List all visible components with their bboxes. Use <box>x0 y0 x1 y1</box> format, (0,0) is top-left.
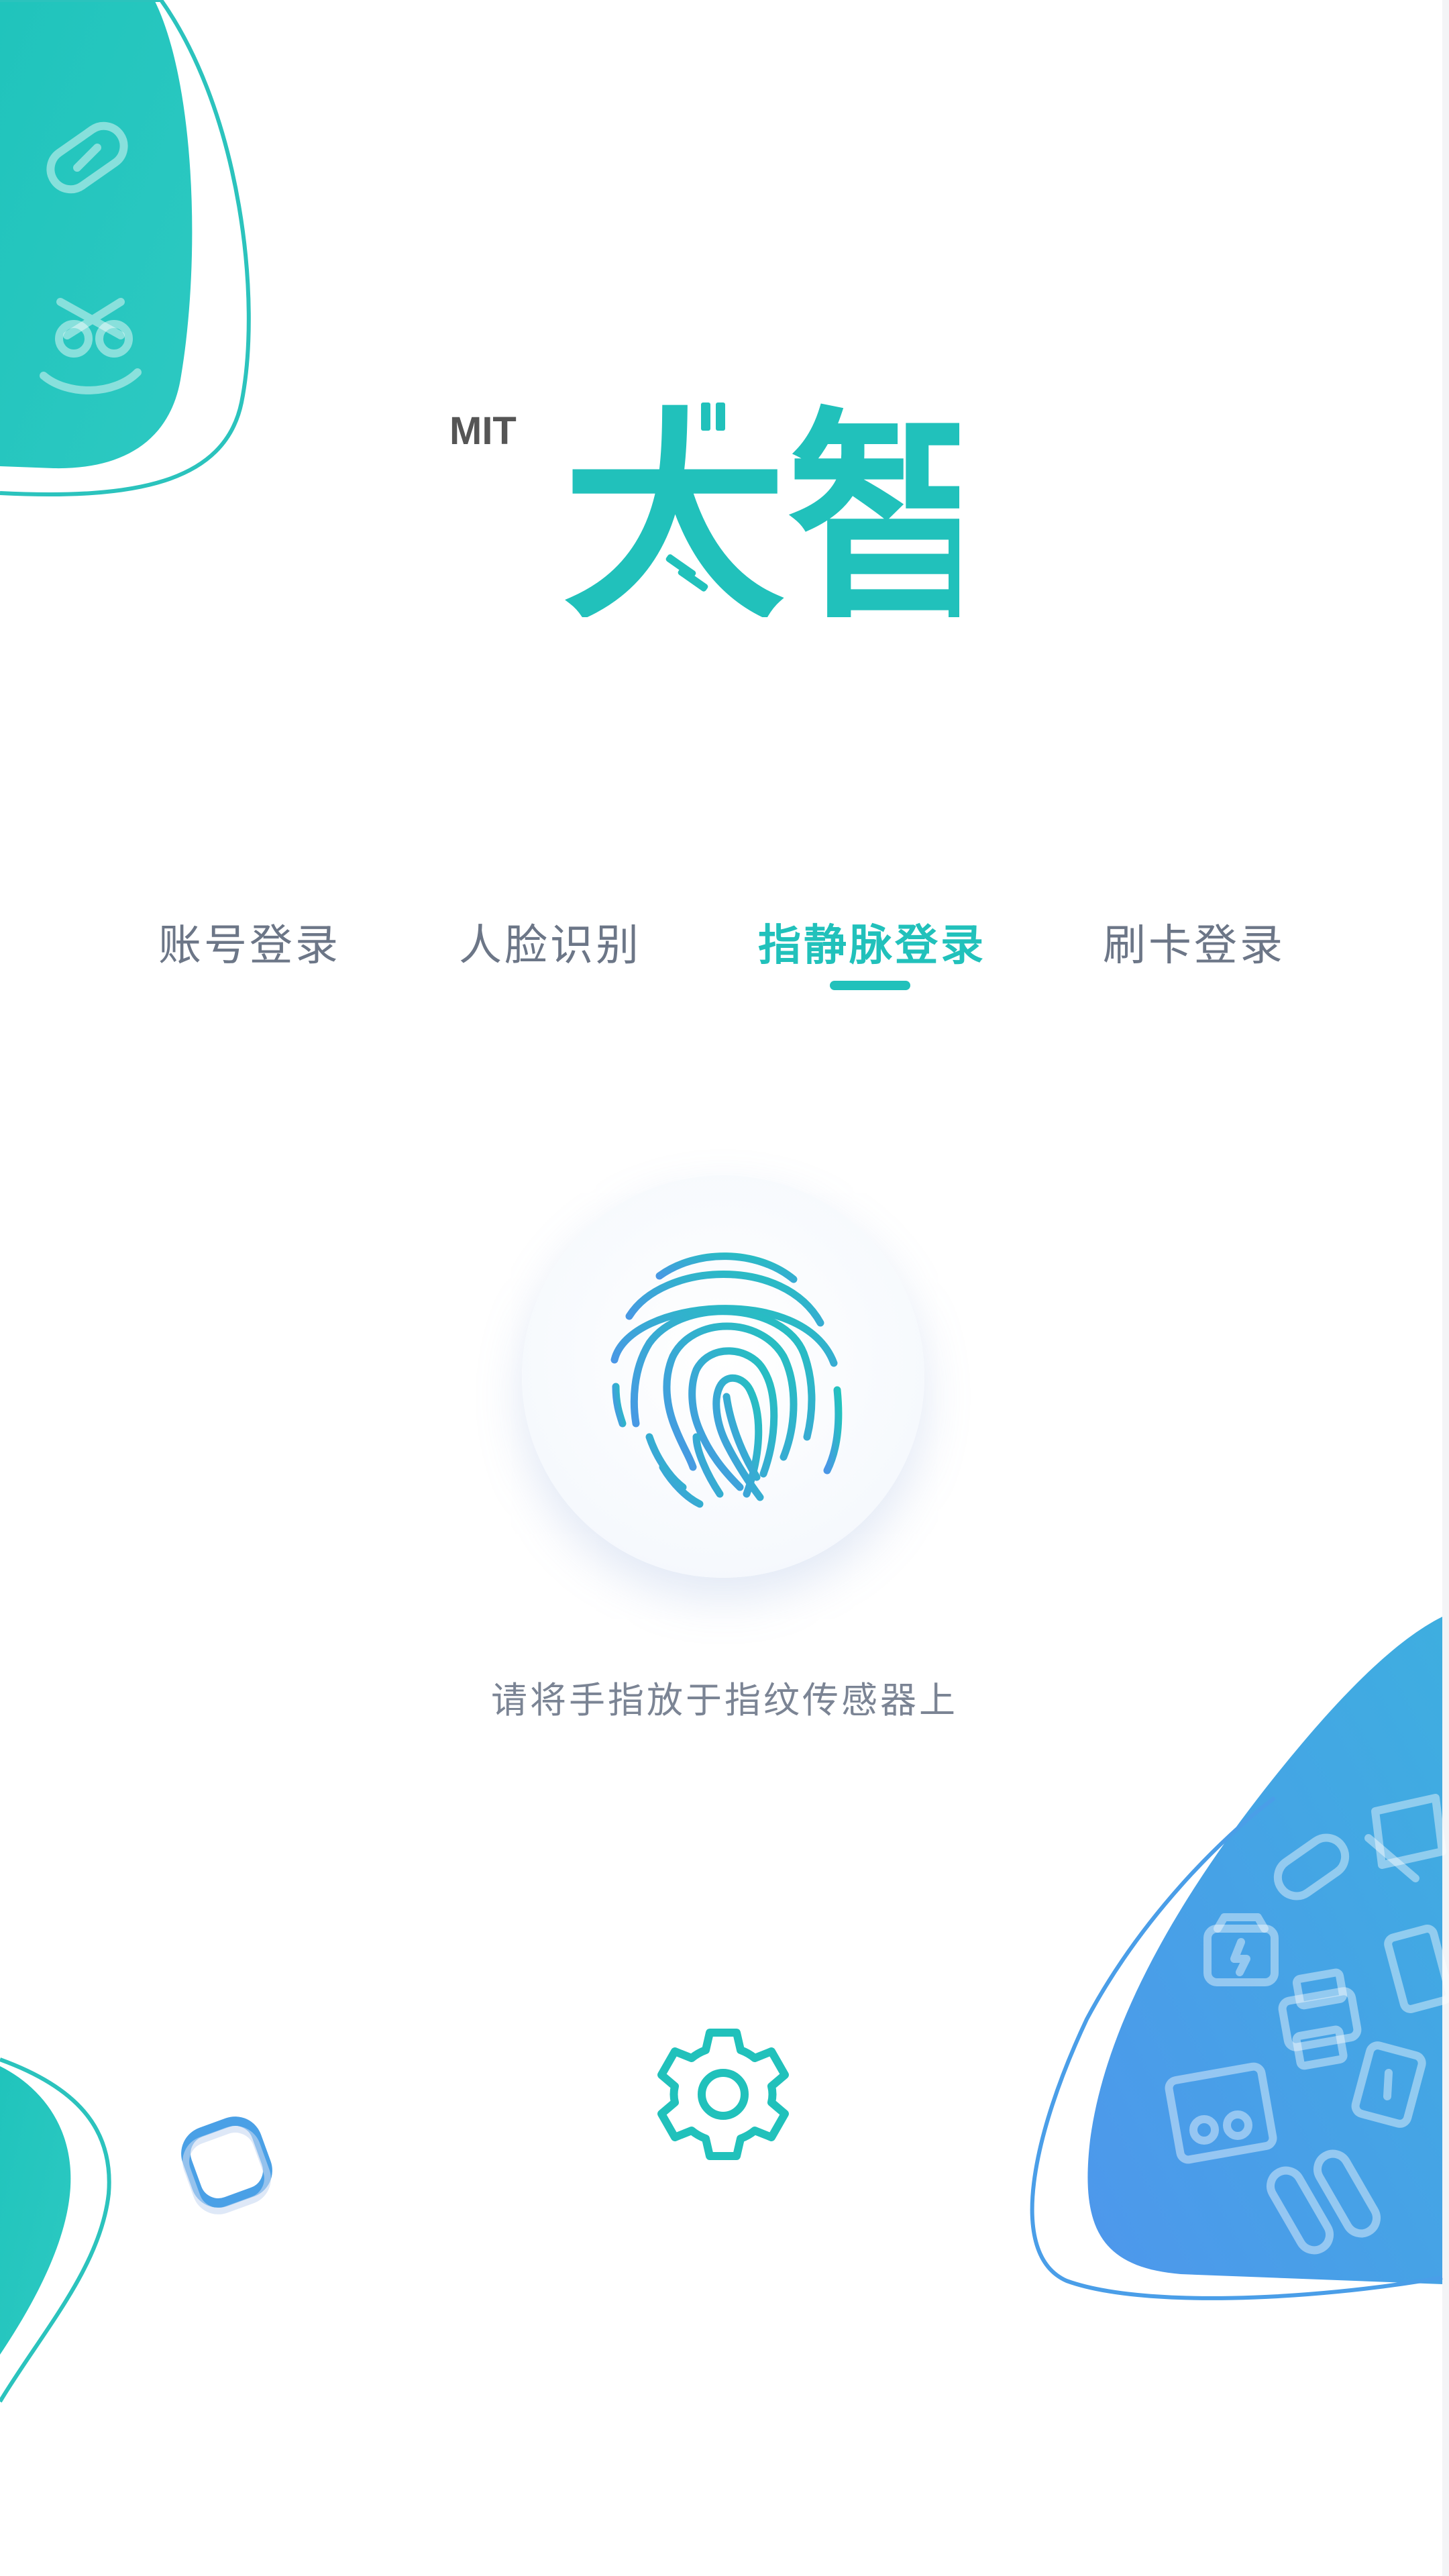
scrollbar-edge <box>1442 0 1449 2576</box>
document-icon <box>1384 1925 1449 2013</box>
book-icon <box>1351 2041 1426 2128</box>
printer-icon <box>1278 1968 1362 2070</box>
active-tab-indicator <box>830 981 910 990</box>
gear-icon[interactable] <box>648 2023 798 2174</box>
login-tabs: 账号登录 人脸识别 指静脉登录 刷卡登录 <box>0 912 1449 993</box>
logo-prefix-text: MIT <box>449 409 517 453</box>
small-square-decoration <box>181 2116 272 2214</box>
pill-icon <box>46 121 128 194</box>
tab-card-login[interactable]: 刷卡登录 <box>1093 912 1295 979</box>
tab-account-login[interactable]: 账号登录 <box>149 912 350 979</box>
camera-icon <box>1203 1913 1279 1986</box>
brand-logo: MIT 大智 <box>449 389 959 617</box>
tab-face-recognition[interactable]: 人脸识别 <box>449 912 651 979</box>
calendar-icon <box>1165 2062 1277 2164</box>
tab-finger-vein-login[interactable]: 指静脉登录 <box>745 912 1000 979</box>
test-tube-icon <box>1267 2149 1381 2255</box>
top-left-blob <box>0 0 251 496</box>
fingerprint-icon <box>610 1252 843 1508</box>
medical-kit-icon <box>40 298 142 394</box>
box-icon <box>1364 1794 1446 1882</box>
bottom-left-blob <box>0 2057 111 2403</box>
logo-mark-text: 大智 <box>562 389 959 617</box>
capsule-icon <box>1273 1833 1350 1900</box>
fingerprint-scanner[interactable] <box>522 1175 924 1578</box>
fingerprint-hint: 请将手指放于指纹传感器上 <box>491 1679 958 1721</box>
